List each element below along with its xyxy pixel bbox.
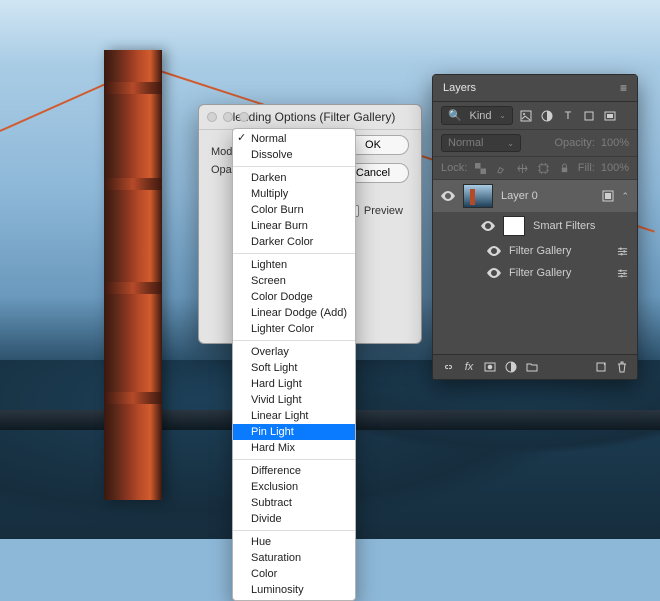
blend-mode-option[interactable]: Saturation (233, 550, 355, 566)
blend-mode-option[interactable]: Screen (233, 273, 355, 289)
filter-image-icon[interactable] (519, 109, 533, 123)
new-layer-icon[interactable] (594, 360, 608, 374)
layer-mask-icon[interactable] (483, 360, 497, 374)
blend-mode-option[interactable]: Difference (233, 463, 355, 479)
visibility-eye-icon[interactable] (441, 189, 455, 203)
filter-adjustment-icon[interactable] (540, 109, 554, 123)
layer-name[interactable]: Layer 0 (501, 190, 538, 202)
filter-shape-icon[interactable] (582, 109, 596, 123)
bg-bridge-strut (104, 392, 162, 404)
opacity-value[interactable]: 100% (601, 137, 629, 149)
fill-value[interactable]: 100% (601, 162, 629, 174)
blend-mode-option[interactable]: Linear Burn (233, 218, 355, 234)
visibility-eye-icon[interactable] (487, 244, 501, 258)
bg-bridge-strut (104, 82, 162, 94)
preview-label: Preview (364, 205, 403, 217)
visibility-eye-icon[interactable] (481, 219, 495, 233)
filter-entry[interactable]: Filter Gallery (433, 262, 637, 284)
window-traffic-lights[interactable] (207, 112, 249, 122)
blend-mode-option[interactable]: Color Dodge (233, 289, 355, 305)
blend-mode-option[interactable]: Dissolve (233, 147, 355, 163)
blend-mode-option[interactable]: Lighter Color (233, 321, 355, 337)
group-icon[interactable] (525, 360, 539, 374)
layer-style-icon[interactable]: fx (462, 360, 476, 374)
link-layers-icon[interactable] (441, 360, 455, 374)
filter-settings-icon[interactable] (615, 244, 629, 258)
smart-filters-label: Smart Filters (533, 220, 595, 232)
blend-mode-dropdown[interactable]: NormalDissolveDarkenMultiplyColor BurnLi… (232, 128, 356, 601)
blend-mode-option[interactable]: Hard Mix (233, 440, 355, 456)
filter-type-icon[interactable]: T (561, 109, 575, 123)
layers-panel: Layers ≡ 🔍 Kind ⌄ T Normal ⌄ Opacity: 10… (432, 74, 638, 380)
fill-label: Fill: (578, 162, 595, 174)
blend-mode-option[interactable]: Hue (233, 534, 355, 550)
blend-mode-option[interactable]: Darker Color (233, 234, 355, 250)
blend-mode-option[interactable]: Exclusion (233, 479, 355, 495)
lock-artboard-icon[interactable] (536, 161, 550, 175)
layer-row[interactable]: Layer 0 ⌃ (433, 180, 637, 212)
zoom-dot[interactable] (239, 112, 249, 122)
blend-mode-option[interactable]: Subtract (233, 495, 355, 511)
filter-entry[interactable]: Filter Gallery (433, 240, 637, 262)
smart-filters-row[interactable]: Smart Filters (433, 212, 637, 240)
layers-tab[interactable]: Layers (443, 82, 476, 94)
blend-mode-option[interactable]: Color Burn (233, 202, 355, 218)
filter-name: Filter Gallery (509, 245, 571, 257)
expand-arrow-icon[interactable]: ⌃ (621, 191, 629, 202)
blend-mode-option[interactable]: Lighten (233, 257, 355, 273)
layer-thumbnail[interactable] (463, 184, 493, 208)
filter-name: Filter Gallery (509, 267, 571, 279)
lock-position-icon[interactable] (515, 161, 529, 175)
blend-mode-option[interactable]: Color (233, 566, 355, 582)
visibility-eye-icon[interactable] (487, 266, 501, 280)
chevron-down-icon: ⌄ (499, 111, 506, 120)
filter-smart-icon[interactable] (603, 109, 617, 123)
bg-bridge-strut (104, 282, 162, 294)
blend-mode-option[interactable]: Normal (233, 131, 355, 147)
blend-mode-option[interactable]: Pin Light (233, 424, 355, 440)
filter-mask-thumbnail[interactable] (503, 216, 525, 236)
minimize-dot[interactable] (223, 112, 233, 122)
filter-settings-icon[interactable] (615, 266, 629, 280)
blend-mode-option[interactable]: Linear Dodge (Add) (233, 305, 355, 321)
blend-mode-option[interactable]: Luminosity (233, 582, 355, 598)
opacity-label: Opacity: (555, 137, 595, 149)
blend-mode-option[interactable]: Linear Light (233, 408, 355, 424)
chevron-down-icon: ⌄ (507, 139, 514, 148)
smart-object-icon (601, 189, 615, 203)
lock-label: Lock: (441, 162, 467, 174)
blend-mode-option[interactable]: Soft Light (233, 360, 355, 376)
panel-menu-icon[interactable]: ≡ (620, 81, 627, 95)
close-dot[interactable] (207, 112, 217, 122)
layer-list: Layer 0 ⌃ Smart Filters Filter Gallery F… (433, 180, 637, 354)
adjustment-layer-icon[interactable] (504, 360, 518, 374)
blend-mode-option[interactable]: Darken (233, 170, 355, 186)
lock-pixels-icon[interactable] (473, 161, 487, 175)
filter-kind-select[interactable]: 🔍 Kind ⌄ (441, 106, 513, 125)
trash-icon[interactable] (615, 360, 629, 374)
bg-bridge-strut (104, 178, 162, 190)
blend-mode-option[interactable]: Multiply (233, 186, 355, 202)
lock-brush-icon[interactable] (494, 161, 508, 175)
lock-all-icon[interactable] (557, 161, 571, 175)
search-icon: 🔍 (448, 109, 462, 122)
blend-mode-option[interactable]: Vivid Light (233, 392, 355, 408)
blend-mode-option[interactable]: Hard Light (233, 376, 355, 392)
blend-mode-option[interactable]: Divide (233, 511, 355, 527)
layer-blend-mode-select[interactable]: Normal ⌄ (441, 134, 521, 152)
blend-mode-option[interactable]: Overlay (233, 344, 355, 360)
bg-bridge-tower (104, 50, 162, 500)
